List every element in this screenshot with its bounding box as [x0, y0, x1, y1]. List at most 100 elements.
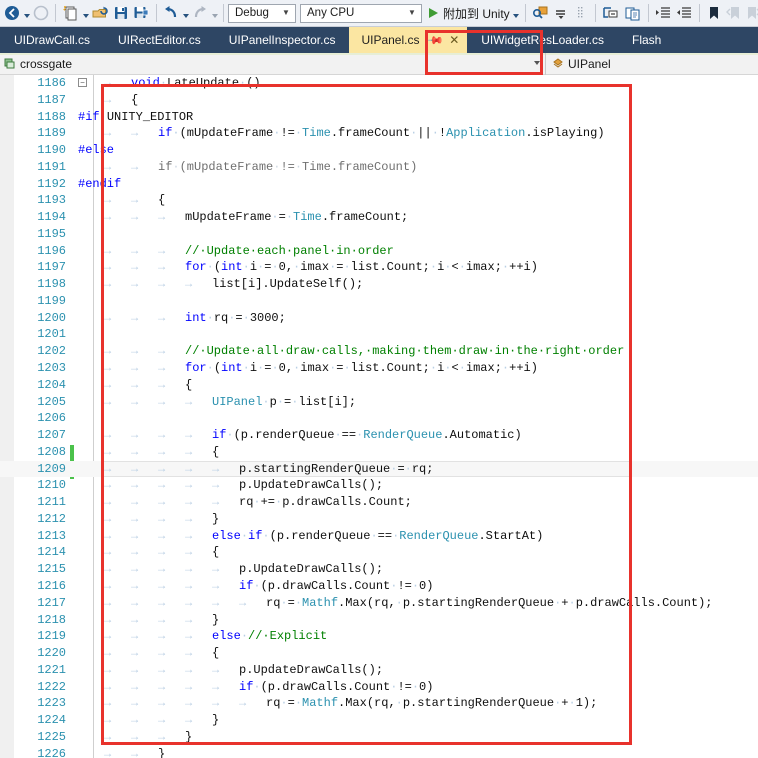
code-token: #if — [78, 109, 100, 124]
code-line[interactable]: 1215 → → → → → p.UpdateDrawCalls(); — [0, 561, 758, 578]
platform-combobox[interactable]: Any CPU ▼ — [300, 3, 422, 23]
code-line[interactable]: 1192 #endif — [0, 176, 758, 193]
tab-whitespace-marker: → — [158, 461, 166, 476]
code-line[interactable]: 1200 → → → int·rq·=·3000; — [0, 310, 758, 327]
toggle-bookmark-button[interactable] — [704, 2, 724, 24]
code-editor[interactable]: 1186− → void·LateUpdate·() 1187 →{1188 #if·UN… — [0, 75, 758, 758]
code-token: · — [262, 528, 270, 543]
code-token: Time — [293, 210, 322, 225]
new-item-dropdown[interactable] — [81, 2, 90, 24]
code-line[interactable]: 1190 #else — [0, 142, 758, 159]
code-line[interactable]: 1221 → → → → → p.UpdateDrawCalls(); — [0, 662, 758, 679]
type-dropdown[interactable]: crossgate — [0, 52, 546, 75]
document-tab-bar: UIDrawCall.cs UIRectEditor.cs UIPanelIns… — [0, 27, 758, 53]
code-line[interactable]: 1186− → void·LateUpdate·() — [0, 75, 758, 92]
code-line[interactable]: 1218 → → → →} — [0, 612, 758, 629]
code-line[interactable]: 1219 → → → → else·//·Explicit — [0, 628, 758, 645]
navigate-back-button[interactable] — [2, 2, 22, 24]
previous-bookmark-button[interactable] — [724, 2, 744, 24]
code-token: Time — [302, 126, 331, 141]
next-bookmark-button[interactable] — [744, 2, 758, 24]
code-line[interactable]: 1197 → → → for·(int·i·=·0,·imax·=·list.Count… — [0, 259, 758, 276]
code-line[interactable]: 1187 →{ — [0, 92, 758, 109]
code-line[interactable]: 1199 — [0, 293, 758, 310]
tab-flash[interactable]: Flash — [618, 27, 675, 53]
code-token: void — [131, 76, 160, 90]
code-line-text: → → → //·Update·all·draw·calls,·making·them… — [104, 343, 624, 360]
tab-uidrawcall[interactable]: UIDrawCall.cs — [0, 27, 104, 53]
tab-whitespace-marker: → — [158, 629, 166, 644]
step-button[interactable] — [551, 2, 571, 24]
code-line[interactable]: 1201 — [0, 326, 758, 343]
tab-uirecteditor[interactable]: UIRectEditor.cs — [104, 27, 215, 53]
comment-selection-button[interactable] — [622, 2, 644, 24]
member-dropdown[interactable]: UIPanel — [546, 53, 758, 75]
code-line-text: → → → →} — [104, 612, 219, 629]
code-line[interactable]: 1213 → → → → else·if·(p.renderQueue·==·Render… — [0, 528, 758, 545]
code-text-area[interactable]: 1186− → void·LateUpdate·() 1187 →{1188 #if·UN… — [0, 75, 758, 758]
attach-target-dropdown[interactable] — [512, 2, 521, 24]
tab-whitespace-marker: → — [131, 646, 139, 661]
code-line[interactable]: 1202 → → → //·Update·all·draw·calls,·making·… — [0, 343, 758, 360]
decrease-indent-button[interactable] — [674, 2, 695, 24]
code-line[interactable]: 1212 → → → →} — [0, 511, 758, 528]
redo-dropdown[interactable] — [210, 2, 219, 24]
code-line[interactable]: 1226 → →} — [0, 746, 758, 758]
code-line[interactable]: 1207 → → → → if·(p.renderQueue·==·RenderQueue… — [0, 427, 758, 444]
tab-whitespace-marker: → — [104, 629, 112, 644]
code-line[interactable]: 1196 → → → //·Update·each·panel·in·order — [0, 243, 758, 260]
code-line[interactable]: 1191 → → if·(mUpdateFrame·!=·Time.frameCoun… — [0, 159, 758, 176]
fold-toggle-icon[interactable]: − — [78, 78, 87, 87]
undo-button[interactable] — [161, 2, 181, 24]
code-token: · — [294, 696, 303, 711]
undo-dropdown[interactable] — [181, 2, 190, 24]
save-button[interactable] — [111, 2, 131, 24]
increase-indent-button[interactable] — [653, 2, 674, 24]
open-file-button[interactable] — [90, 2, 111, 24]
find-button[interactable] — [530, 2, 551, 24]
code-line[interactable]: 1195 — [0, 226, 758, 243]
code-token: · — [253, 679, 261, 694]
navigate-forward-button[interactable] — [31, 2, 51, 24]
code-line[interactable]: 1216 → → → → → if·(p.drawCalls.Count·!=·0) — [0, 578, 758, 595]
code-line[interactable]: 1210 → → → → → p.UpdateDrawCalls(); — [0, 477, 758, 494]
code-line[interactable]: 1214 → → → → { — [0, 544, 758, 561]
code-line[interactable]: 1225 → → →} — [0, 729, 758, 746]
code-line[interactable]: 1220 → → → → { — [0, 645, 758, 662]
code-line[interactable]: 1217 → → → → → → rq·=·Mathf.Max(rq,·p.startingR… — [0, 595, 758, 612]
code-line[interactable]: 1224 → → → →} — [0, 712, 758, 729]
toolbar-options-button[interactable] — [571, 2, 591, 24]
code-line[interactable]: 1189 → → if·(mUpdateFrame·!=·Time.frameCoun… — [0, 125, 758, 142]
line-number: 1207 — [37, 428, 66, 443]
code-line[interactable]: 1198 → → → → list[i].UpdateSelf(); — [0, 276, 758, 293]
code-line[interactable]: 1222 → → → → → if·(p.drawCalls.Count·!=·0) — [0, 679, 758, 696]
code-line[interactable]: 1204 → → → { — [0, 377, 758, 394]
code-line[interactable]: 1194 → → → mUpdateFrame·=·Time.frameCount; — [0, 209, 758, 226]
code-line[interactable]: 1205 → → → → UIPanel·p·=·list[i]; — [0, 394, 758, 411]
new-item-button[interactable] — [60, 2, 81, 24]
close-icon[interactable]: ✕ — [449, 33, 459, 47]
code-line[interactable]: 1211 → → → → → rq·+=·p.drawCalls.Count; — [0, 494, 758, 511]
code-line[interactable]: 1188 #if·UNITY_EDITOR — [0, 109, 758, 126]
navigate-back-dropdown[interactable] — [22, 2, 31, 24]
tab-uiwidgetresloader[interactable]: UIWidgetResLoader.cs — [467, 27, 618, 53]
code-line[interactable]: 1209 → → → → → p.startingRenderQueue·=·rq; — [0, 460, 758, 478]
tab-whitespace-marker: → — [104, 679, 112, 694]
toggle-outlining-button[interactable] — [600, 2, 622, 24]
code-token: · — [206, 361, 214, 376]
code-token: · — [294, 126, 303, 141]
attach-to-unity-button[interactable]: 附加到 Unity — [426, 2, 512, 24]
code-line[interactable]: 1206 — [0, 410, 758, 427]
code-line[interactable]: 1223 → → → → → → rq·=·Mathf.Max(rq,·p.startingR… — [0, 695, 758, 712]
tab-uipanel[interactable]: UIPanel.cs 📌 ✕ — [349, 27, 468, 53]
redo-button[interactable] — [190, 2, 210, 24]
save-all-button[interactable] — [131, 2, 152, 24]
tab-uipanelinspector[interactable]: UIPanelInspector.cs — [215, 27, 350, 53]
pin-icon[interactable]: 📌 — [426, 31, 445, 49]
line-number: 1193 — [37, 193, 66, 208]
tab-label: UIPanel.cs — [361, 33, 420, 47]
code-line[interactable]: 1208 → → → → { — [0, 444, 758, 461]
code-line[interactable]: 1203 → → → for·(int·i·=·0,·imax·=·list.Count… — [0, 360, 758, 377]
code-line[interactable]: 1193 → → { — [0, 192, 758, 209]
configuration-combobox[interactable]: Debug ▼ — [228, 3, 296, 23]
